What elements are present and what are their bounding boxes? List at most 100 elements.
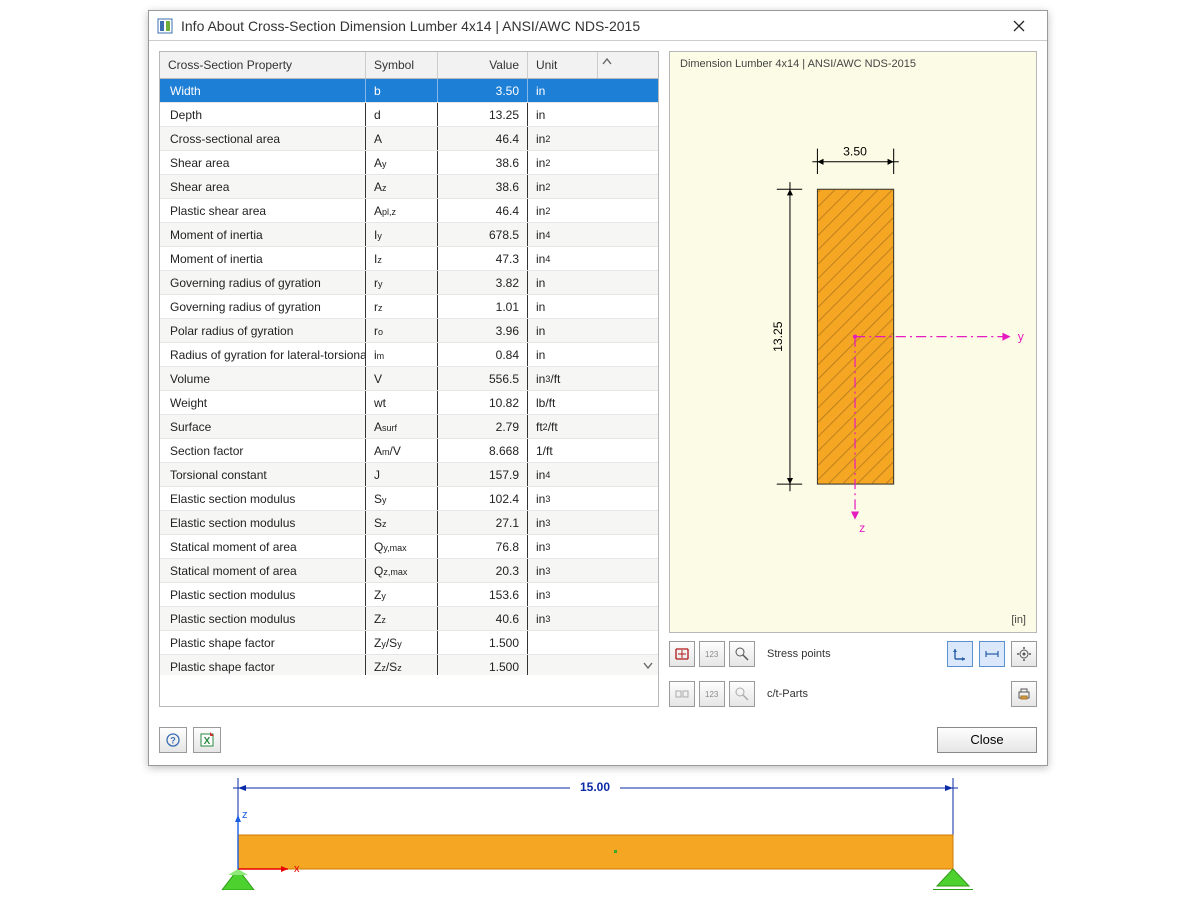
cell-unit: ft2/ft — [528, 415, 598, 438]
cell-value: 10.82 — [438, 391, 528, 414]
col-unit-header[interactable]: Unit — [528, 52, 598, 78]
cell-unit: in3 — [528, 487, 598, 510]
settings-button[interactable] — [1011, 641, 1037, 667]
support-left-icon — [222, 869, 254, 890]
ct-parts-zoom-button[interactable] — [729, 681, 755, 707]
beam-view: 15.00 x z — [208, 770, 983, 890]
cell-symbol: Zz — [366, 607, 438, 630]
cell-unit: in — [528, 271, 598, 294]
ct-parts-values-button[interactable]: 123 — [699, 681, 725, 707]
cell-value: 157.9 — [438, 463, 528, 486]
cell-property: Polar radius of gyration — [160, 319, 366, 342]
properties-table: Cross-Section Property Symbol Value Unit… — [159, 51, 659, 707]
scroll-down-icon[interactable] — [641, 658, 655, 672]
cell-symbol: Apl,z — [366, 199, 438, 222]
ct-parts-icon-button[interactable] — [669, 681, 695, 707]
table-row[interactable]: SurfaceAsurf2.79ft2/ft — [160, 415, 658, 439]
table-row[interactable]: Torsional constantJ157.9in4 — [160, 463, 658, 487]
cell-value: 8.668 — [438, 439, 528, 462]
table-row[interactable]: Moment of inertiaIz47.3in4 — [160, 247, 658, 271]
ct-parts-toggle-group: 123 — [669, 681, 755, 707]
stress-points-values-button[interactable]: 123 — [699, 641, 725, 667]
cell-value: 3.96 — [438, 319, 528, 342]
table-row[interactable]: Plastic section modulusZy153.6in3 — [160, 583, 658, 607]
stress-points-zoom-button[interactable] — [729, 641, 755, 667]
cell-value: 76.8 — [438, 535, 528, 558]
cell-property: Volume — [160, 367, 366, 390]
cell-property: Moment of inertia — [160, 223, 366, 246]
cell-property: Governing radius of gyration — [160, 295, 366, 318]
table-body[interactable]: Widthb3.50inDepthd13.25inCross-sectional… — [160, 79, 658, 675]
table-row[interactable]: Statical moment of areaQz,max20.3in3 — [160, 559, 658, 583]
dimensions-button[interactable] — [979, 641, 1005, 667]
table-row[interactable]: Governing radius of gyrationry3.82in — [160, 271, 658, 295]
table-row[interactable]: Plastic shape factorZy/Sy1.500 — [160, 631, 658, 655]
table-row[interactable]: Radius of gyration for lateral-torsiona i… — [160, 343, 658, 367]
stress-points-icon-button[interactable] — [669, 641, 695, 667]
table-row[interactable]: Governing radius of gyrationrz1.01in — [160, 295, 658, 319]
table-row[interactable]: Shear areaAz38.6in2 — [160, 175, 658, 199]
table-row[interactable]: Plastic shape factorZz/Sz1.500 — [160, 655, 658, 675]
table-row[interactable]: Section factorAm/V8.6681/ft — [160, 439, 658, 463]
cell-symbol: Sz — [366, 511, 438, 534]
table-row[interactable]: Shear areaAy38.6in2 — [160, 151, 658, 175]
beam-length: 15.00 — [580, 780, 610, 794]
cell-value: 27.1 — [438, 511, 528, 534]
table-row[interactable]: Widthb3.50in — [160, 79, 658, 103]
preview-panel: Dimension Lumber 4x14 | ANSI/AWC NDS-201… — [669, 51, 1037, 707]
table-row[interactable]: Elastic section modulusSz27.1in3 — [160, 511, 658, 535]
svg-text:X: X — [204, 736, 211, 747]
table-row[interactable]: Elastic section modulusSy102.4in3 — [160, 487, 658, 511]
cell-unit: in3 — [528, 535, 598, 558]
preview-title: Dimension Lumber 4x14 | ANSI/AWC NDS-201… — [680, 58, 916, 70]
cell-property: Plastic shape factor — [160, 655, 366, 675]
cell-symbol: Asurf — [366, 415, 438, 438]
table-row[interactable]: Depthd13.25in — [160, 103, 658, 127]
cell-unit: in3 — [528, 607, 598, 630]
svg-text:123: 123 — [705, 690, 719, 699]
table-row[interactable]: Polar radius of gyrationro3.96in — [160, 319, 658, 343]
table-row[interactable]: Weightwt10.82lb/ft — [160, 391, 658, 415]
help-button[interactable]: ? — [159, 727, 187, 753]
export-excel-button[interactable]: X — [193, 727, 221, 753]
table-row[interactable]: Cross-sectional areaA46.4in2 — [160, 127, 658, 151]
cell-value: 38.6 — [438, 151, 528, 174]
cell-property: Governing radius of gyration — [160, 271, 366, 294]
table-row[interactable]: Statical moment of areaQy,max76.8in3 — [160, 535, 658, 559]
cell-unit — [528, 655, 598, 675]
table-row[interactable]: Plastic shear areaApl,z46.4in2 — [160, 199, 658, 223]
axis-y-label: y — [1018, 330, 1025, 344]
cell-unit: in — [528, 343, 598, 366]
stress-points-toggle-group: 123 — [669, 641, 755, 667]
cell-property: Plastic shear area — [160, 199, 366, 222]
table-row[interactable]: VolumeV556.5in3/ft — [160, 367, 658, 391]
cell-property: Shear area — [160, 175, 366, 198]
cell-property: Elastic section modulus — [160, 487, 366, 510]
cell-property: Cross-sectional area — [160, 127, 366, 150]
table-row[interactable]: Plastic section modulusZz40.6in3 — [160, 607, 658, 631]
axes-button[interactable] — [947, 641, 973, 667]
cell-unit: in3 — [528, 559, 598, 582]
cell-unit — [528, 631, 598, 654]
close-button[interactable]: Close — [937, 727, 1037, 753]
dim-depth: 13.25 — [771, 321, 785, 352]
cell-property: Plastic section modulus — [160, 607, 366, 630]
window-title: Info About Cross-Section Dimension Lumbe… — [181, 18, 997, 34]
cell-symbol: ry — [366, 271, 438, 294]
cell-value: 556.5 — [438, 367, 528, 390]
cell-unit: in — [528, 319, 598, 342]
print-button[interactable] — [1011, 681, 1037, 707]
col-symbol-header[interactable]: Symbol — [366, 52, 438, 78]
section-preview[interactable]: Dimension Lumber 4x14 | ANSI/AWC NDS-201… — [669, 51, 1037, 633]
cell-value: 102.4 — [438, 487, 528, 510]
cell-unit: in4 — [528, 223, 598, 246]
cell-property: Radius of gyration for lateral-torsiona — [160, 343, 366, 366]
cell-unit: in3 — [528, 511, 598, 534]
col-value-header[interactable]: Value — [438, 52, 528, 78]
col-property-header[interactable]: Cross-Section Property — [160, 52, 366, 78]
window-close-button[interactable] — [997, 12, 1041, 40]
scroll-up-icon[interactable] — [598, 52, 616, 78]
table-row[interactable]: Moment of inertiaIy678.5in4 — [160, 223, 658, 247]
cell-value: 678.5 — [438, 223, 528, 246]
preview-unit-label: [in] — [1011, 614, 1026, 626]
